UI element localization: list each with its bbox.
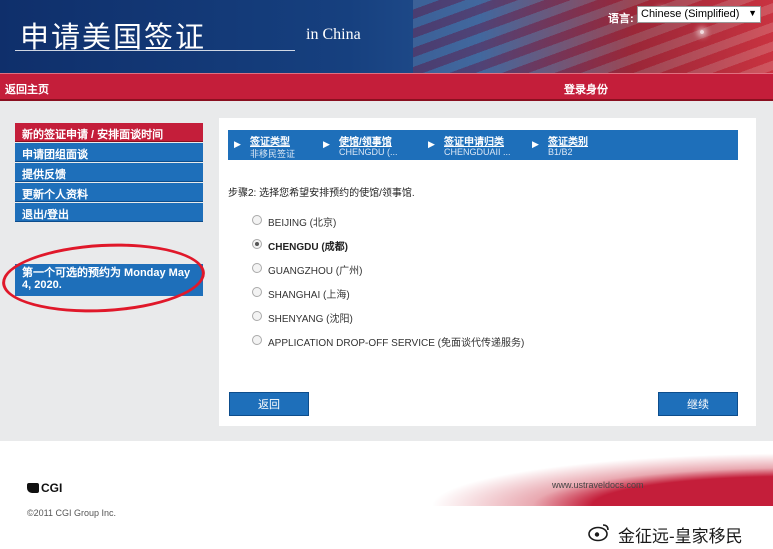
continue-button[interactable]: 继续: [658, 392, 738, 416]
radio-button[interactable]: [252, 287, 262, 297]
radio-label: BEIJING (北京): [268, 218, 337, 229]
sidebar-item-feedback[interactable]: 提供反馈: [15, 163, 203, 182]
copyright-text: ©2011 CGI Group Inc.: [27, 508, 117, 518]
cgi-logo: CGI: [27, 481, 62, 495]
radio-label: SHENYANG (沈阳): [268, 314, 353, 325]
firework-decoration: [700, 30, 704, 34]
radio-button[interactable]: [252, 263, 262, 273]
radio-button[interactable]: [252, 311, 262, 321]
radio-label: CHENGDU (成都): [268, 242, 348, 253]
footer-decoration: [380, 446, 773, 506]
watermark: 金征远-皇家移民: [590, 522, 743, 547]
step-consulate: ▶ 使馆/领事馆 CHENGDU (...: [317, 130, 422, 160]
dropdown-arrow-icon: ▼: [748, 8, 757, 18]
step-arrow-icon: ▶: [323, 139, 330, 149]
language-label: 语言:: [608, 13, 634, 25]
annotation-circle: [0, 238, 207, 318]
step-value: CHENGDU (...: [339, 147, 398, 157]
language-select[interactable]: Chinese (Simplified) ▼: [637, 6, 761, 23]
radio-button[interactable]: [252, 215, 262, 225]
cgi-logo-text: CGI: [41, 481, 63, 495]
step-value: CHENGDUAII ...: [444, 147, 511, 157]
title-underline: [15, 50, 295, 51]
step-application-category: ▶ 签证申请归类 CHENGDUAII ...: [422, 130, 526, 160]
main-area: 新的签证申请 / 安排面谈时间 申请团组面谈 提供反馈 更新个人资料 退出/登出…: [0, 101, 773, 441]
step-label[interactable]: 签证类别: [548, 133, 588, 148]
home-link[interactable]: 返回主页: [5, 81, 49, 97]
page-subtitle: in China: [306, 26, 361, 43]
progress-steps-bar: ▶ 签证类型 非移民签证 ▶ 使馆/领事馆 CHENGDU (... ▶ 签证申…: [228, 130, 738, 160]
step-label[interactable]: 签证申请归类: [444, 133, 504, 148]
step-arrow-icon: ▶: [428, 139, 435, 149]
step-label[interactable]: 使馆/领事馆: [339, 133, 392, 148]
sidebar-item-logout[interactable]: 退出/登出: [15, 203, 203, 222]
sidebar-menu: 新的签证申请 / 安排面谈时间 申请团组面谈 提供反馈 更新个人资料 退出/登出: [15, 123, 203, 223]
back-button[interactable]: 返回: [229, 392, 309, 416]
login-link[interactable]: 登录身份: [564, 81, 608, 97]
site-url-link[interactable]: www.ustraveldocs.com: [552, 480, 644, 490]
radio-label: APPLICATION DROP-OFF SERVICE (免面谈代传递服务): [268, 338, 525, 349]
radio-button[interactable]: [252, 335, 262, 345]
step-value: B1/B2: [548, 147, 573, 157]
watermark-text: 金征远-皇家移民: [618, 527, 743, 546]
step-arrow-icon: ▶: [532, 139, 539, 149]
radio-label: GUANGZHOU (广州): [268, 266, 363, 277]
step-value: 非移民签证: [250, 149, 296, 159]
site-header: 申请美国签证 in China 语言: Chinese (Simplified)…: [0, 0, 773, 73]
sidebar-item-update-profile[interactable]: 更新个人资料: [15, 183, 203, 202]
content-panel: ▶ 签证类型 非移民签证 ▶ 使馆/领事馆 CHENGDU (... ▶ 签证申…: [219, 118, 756, 426]
sidebar-item-group-interview[interactable]: 申请团组面谈: [15, 143, 203, 162]
cgi-logo-icon: [27, 483, 39, 493]
language-select-value: Chinese (Simplified): [641, 8, 740, 20]
radio-button-selected[interactable]: [252, 239, 262, 249]
sidebar-item-new-application[interactable]: 新的签证申请 / 安排面谈时间: [15, 123, 203, 142]
top-nav-bar: 返回主页 登录身份: [0, 73, 773, 101]
step-label[interactable]: 签证类型: [250, 133, 290, 148]
radio-label: SHANGHAI (上海): [268, 290, 350, 301]
step-instruction: 步骤2: 选择您希望安排预约的使馆/领事馆.: [228, 188, 415, 199]
step-visa-class: ▶ 签证类别 B1/B2: [526, 130, 626, 160]
step-arrow-icon: ▶: [234, 139, 241, 149]
step-visa-type: ▶ 签证类型 非移民签证: [228, 130, 324, 160]
